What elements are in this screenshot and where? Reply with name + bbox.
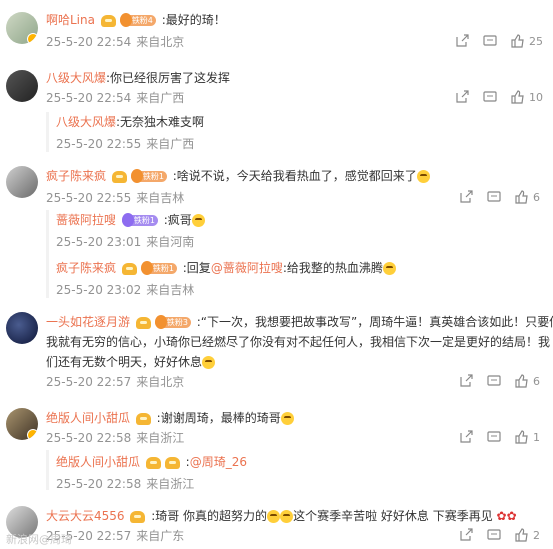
vip-crown-icon <box>164 456 180 469</box>
emoji-icon <box>416 170 430 183</box>
username[interactable]: 一头如花逐月游 <box>46 315 130 329</box>
comment-date: 25-5-20 22:58 <box>46 431 132 445</box>
fan-badge: 铁粉1 <box>140 261 177 275</box>
emoji-icon <box>382 262 396 275</box>
comment-location: 来自广西 <box>136 91 185 105</box>
share-icon[interactable] <box>455 90 469 104</box>
comment-icon[interactable] <box>483 90 497 104</box>
avatar[interactable] <box>6 12 38 44</box>
mention-link[interactable]: @蔷薇阿拉嗖 <box>211 261 283 275</box>
like-icon[interactable] <box>511 90 525 104</box>
like-count: 2 <box>533 528 540 542</box>
avatar[interactable] <box>6 312 38 344</box>
reply-text: :无奈独木难支啊 <box>116 115 205 129</box>
reply-username[interactable]: 疯子陈来疯 <box>56 261 116 275</box>
like-count: 1 <box>533 430 540 444</box>
comment-text: :最好的琦！ <box>161 13 226 27</box>
comment-text: :“下一次，我想要把故事改写”，周琦牛逼！真英雄合该如此！只要你在 <box>196 315 553 329</box>
comment-date: 25-5-20 22:54 <box>46 91 132 105</box>
reply-username[interactable]: 八级大风爆 <box>56 115 116 129</box>
reply-username[interactable]: 蔷薇阿拉嗖 <box>56 213 116 227</box>
like-count: 25 <box>529 34 543 48</box>
emoji-icon <box>280 412 294 425</box>
comment-icon[interactable] <box>487 190 501 204</box>
username[interactable]: 大云大云4556 <box>46 509 125 523</box>
vip-crown-icon <box>135 316 151 329</box>
avatar[interactable] <box>6 408 38 440</box>
emoji-icon <box>280 510 294 523</box>
vip-crown-icon <box>111 170 127 183</box>
vip-crown-icon <box>135 412 151 425</box>
reply-text: :回复 <box>182 261 211 275</box>
comment-text: 这个赛季辛苦啦 好好休息 下赛季再见 <box>293 509 493 523</box>
reply-location: 来自河南 <box>146 235 195 249</box>
vip-crown-icon <box>100 14 116 27</box>
like-icon[interactable] <box>515 190 529 204</box>
share-icon[interactable] <box>459 190 473 204</box>
like-icon[interactable] <box>515 374 529 388</box>
comment-icon[interactable] <box>487 374 501 388</box>
like-count: 10 <box>529 90 543 104</box>
comment-text: :琦哥 你真的超努力的 <box>151 509 268 523</box>
like-icon[interactable] <box>515 528 529 542</box>
comment-location: 来自北京 <box>136 375 185 389</box>
like-count: 6 <box>533 190 540 204</box>
fan-badge: 铁粉1 <box>130 169 167 183</box>
comment-icon[interactable] <box>483 34 497 48</box>
comment-text: :谢谢周琦，最棒的琦哥 <box>156 411 281 425</box>
username[interactable]: 绝版人间小甜瓜 <box>46 411 130 425</box>
avatar[interactable] <box>6 166 38 198</box>
reply-date: 25-5-20 22:58 <box>56 477 142 491</box>
reply-location: 来自浙江 <box>146 477 195 491</box>
vip-crown-icon <box>130 510 146 523</box>
fan-badge: 铁粉1 <box>121 213 158 227</box>
fan-badge: 铁粉3 <box>154 315 191 329</box>
comment-date: 25-5-20 22:57 <box>46 375 132 389</box>
watermark: 新浪网@周琦 <box>6 533 72 546</box>
comment-location: 来自广东 <box>136 529 185 543</box>
rose-icon: ✿ <box>496 509 507 523</box>
comment-text: 我就有无穷的信心，小琦你已经燃尽了你没有对不起任何人，我相信下次一定是更好的结局… <box>46 335 551 349</box>
rose-icon: ✿ <box>506 509 517 523</box>
like-icon[interactable] <box>511 34 525 48</box>
reply-text: :疯哥 <box>163 213 192 227</box>
username[interactable]: 八级大风爆 <box>46 71 106 85</box>
share-icon[interactable] <box>459 430 473 444</box>
reply-location: 来自广西 <box>146 137 195 151</box>
comment-date: 25-5-20 22:55 <box>46 191 132 205</box>
comment-icon[interactable] <box>487 430 501 444</box>
mention-link[interactable]: @周琦_26 <box>190 455 247 469</box>
comment-icon[interactable] <box>487 528 501 542</box>
username[interactable]: 疯子陈来疯 <box>46 169 106 183</box>
comment-item: 啊哈Lina 铁粉4 :最好的琦！ 25-5-20 22:54 来自北京 25 <box>0 0 553 60</box>
emoji-icon <box>202 356 216 369</box>
share-icon[interactable] <box>459 374 473 388</box>
reply-date: 25-5-20 23:01 <box>56 235 142 249</box>
emoji-icon <box>267 510 281 523</box>
share-icon[interactable] <box>455 34 469 48</box>
reply-date: 25-5-20 23:02 <box>56 283 142 297</box>
comment-location: 来自吉林 <box>136 191 185 205</box>
comment-location: 来自浙江 <box>136 431 185 445</box>
comment-text: 们还有无数个明天，好好休息 <box>46 355 203 369</box>
vip-crown-icon <box>145 456 161 469</box>
comment-text: :你已经很厉害了这发挥 <box>106 71 231 85</box>
avatar[interactable] <box>6 70 38 102</box>
comment-location: 来自北京 <box>136 35 185 49</box>
share-icon[interactable] <box>459 528 473 542</box>
emoji-icon <box>191 214 205 227</box>
reply-text: :给我整的热血沸腾 <box>282 261 383 275</box>
fan-badge: 铁粉4 <box>119 13 156 27</box>
vip-crown-icon <box>121 262 137 275</box>
comment-date: 25-5-20 22:54 <box>46 35 132 49</box>
reply-username[interactable]: 绝版人间小甜瓜 <box>56 455 140 469</box>
comment-text: :啥说不说，今天给我看热血了，感觉都回来了 <box>172 169 417 183</box>
username[interactable]: 啊哈Lina <box>46 13 95 27</box>
like-count: 6 <box>533 374 540 388</box>
reply-date: 25-5-20 22:55 <box>56 137 142 151</box>
reply-location: 来自吉林 <box>146 283 195 297</box>
like-icon[interactable] <box>515 430 529 444</box>
